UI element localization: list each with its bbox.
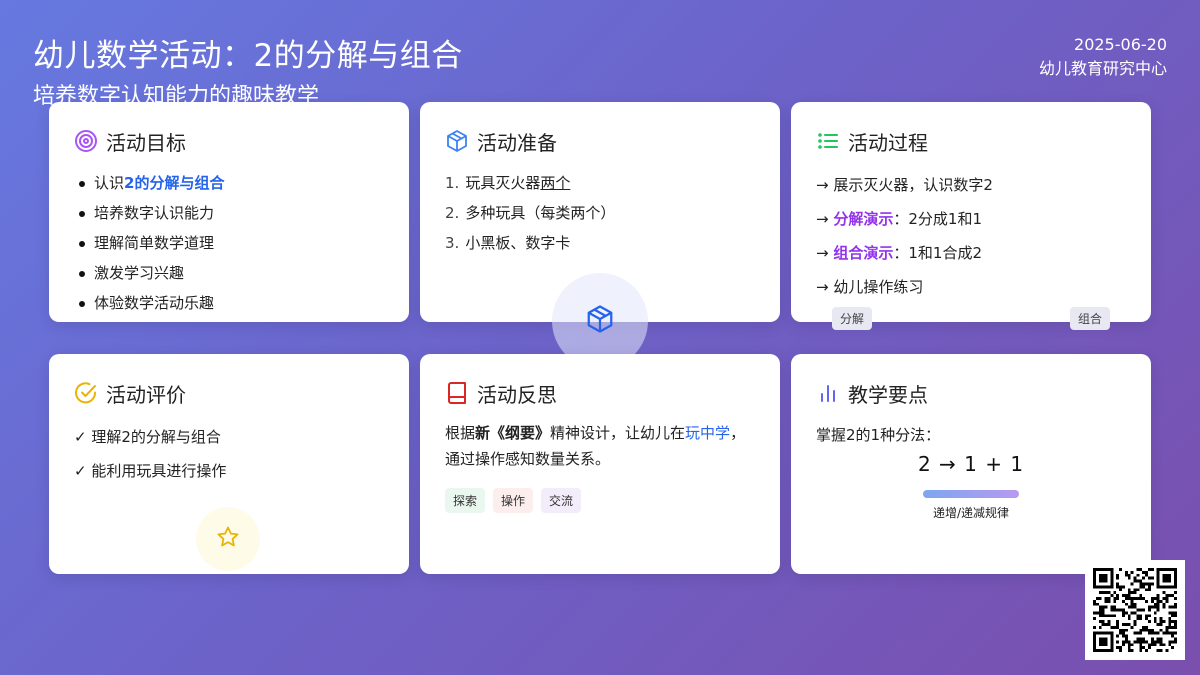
qr-code-icon [1093, 568, 1177, 652]
card-title: 活动评价 [106, 382, 186, 407]
card-title: 活动过程 [848, 130, 928, 155]
check-circle-icon [74, 381, 98, 405]
org-text: 幼儿教育研究中心 [1038, 59, 1167, 78]
tag-explore: 探索 [445, 488, 486, 513]
card-header: 活动评价 [74, 378, 384, 408]
tag-communicate: 交流 [541, 488, 582, 513]
star-decor [196, 507, 260, 571]
list-item: 培养数字认识能力 [78, 198, 384, 228]
bar-label: 递增/递减规律 [932, 506, 1010, 520]
card-header: 教学要点 [816, 378, 1126, 408]
card-process: 活动过程 → 展示灭火器，认识数字2 → 分解演示：2分成1和1 → 组合演示：… [791, 102, 1151, 330]
list-item: 1. 玩具灭火器两个 [445, 174, 571, 192]
list-item: 激发学习兴趣 [78, 258, 384, 288]
qr-code [1085, 560, 1185, 660]
list-item: → 分解演示：2分成1和1 [816, 210, 983, 228]
card-header: 活动反思 [445, 378, 755, 408]
keypoints-body: 掌握2的1种分法： 2 → 1 + 1 递增/递减规律 [816, 420, 1126, 521]
list-item: 理解简单数学道理 [78, 228, 384, 258]
list-icon [816, 129, 840, 153]
reflection-tags: 探索 操作 交流 [445, 488, 755, 513]
star-icon [216, 525, 240, 553]
list-item: 3. 小黑板、数字卡 [445, 234, 571, 252]
card-title: 教学要点 [848, 382, 928, 407]
card-title: 活动反思 [477, 382, 557, 407]
formula-text: 2 → 1 + 1 [917, 452, 1025, 476]
card-preparation: 活动准备 1. 玩具灭火器两个 2. 多种玩具（每类两个） 3. 小黑板、数字卡 [420, 102, 780, 369]
header-meta: 2025-06-20 幼儿教育研究中心 [1039, 35, 1167, 83]
box-icon [585, 304, 615, 338]
card-header: 活动过程 [816, 126, 1126, 156]
card-goals: 活动目标 认识2的分解与组合 培养数字认识能力 理解简单数学道理 激发学习兴趣 … [49, 102, 409, 322]
card-reflection: 活动反思 根据新《纲要》精神设计，让幼儿在玩中学，通过操作感知数量关系。 探索 … [420, 354, 780, 574]
list-item: ✓ 理解2的分解与组合 [74, 428, 221, 446]
goal-highlight: 2的分解与组合 [124, 174, 225, 192]
card-header: 活动目标 [74, 126, 384, 156]
list-item: → 展示灭火器，认识数字2 [816, 176, 993, 194]
card-title: 活动目标 [106, 130, 186, 155]
process-steps: → 展示灭火器，认识数字2 → 分解演示：2分成1和1 → 组合演示：1和1合成… [816, 168, 1126, 304]
gradient-bar [923, 490, 1019, 498]
target-icon [74, 129, 98, 153]
list-item: 2. 多种玩具（每类两个） [445, 204, 616, 222]
card-evaluation: 活动评价 ✓ 理解2的分解与组合 ✓ 能利用玩具进行操作 [49, 354, 409, 574]
page-title: 幼儿数学活动：2的分解与组合 [33, 38, 463, 74]
tag-operate: 操作 [493, 488, 534, 513]
prep-list: 1. 玩具灭火器两个 2. 多种玩具（每类两个） 3. 小黑板、数字卡 [445, 168, 755, 258]
card-header: 活动准备 [445, 126, 755, 156]
list-item: → 组合演示：1和1合成2 [816, 244, 983, 262]
book-icon [445, 381, 469, 405]
bar-chart-icon [816, 381, 840, 405]
list-item: ✓ 能利用玩具进行操作 [74, 462, 227, 480]
keypoint-line: 掌握2的1种分法： [816, 426, 941, 444]
list-item: 认识2的分解与组合 [78, 168, 384, 198]
list-item: → 幼儿操作练习 [816, 278, 924, 296]
goals-list: 认识2的分解与组合 培养数字认识能力 理解简单数学道理 激发学习兴趣 体验数学活… [74, 168, 384, 318]
box-icon [445, 129, 469, 153]
evaluation-list: ✓ 理解2的分解与组合 ✓ 能利用玩具进行操作 [74, 420, 384, 488]
date-text: 2025-06-20 [1074, 35, 1167, 54]
card-title: 活动准备 [477, 130, 557, 155]
card-keypoints: 教学要点 掌握2的1种分法： 2 → 1 + 1 递增/递减规律 [791, 354, 1151, 574]
reflection-text: 根据新《纲要》精神设计，让幼儿在玩中学，通过操作感知数量关系。 [445, 424, 746, 468]
tag-decompose: 分解 [832, 307, 873, 330]
list-item: 体验数学活动乐趣 [78, 288, 384, 318]
tag-compose: 组合 [1070, 307, 1111, 330]
